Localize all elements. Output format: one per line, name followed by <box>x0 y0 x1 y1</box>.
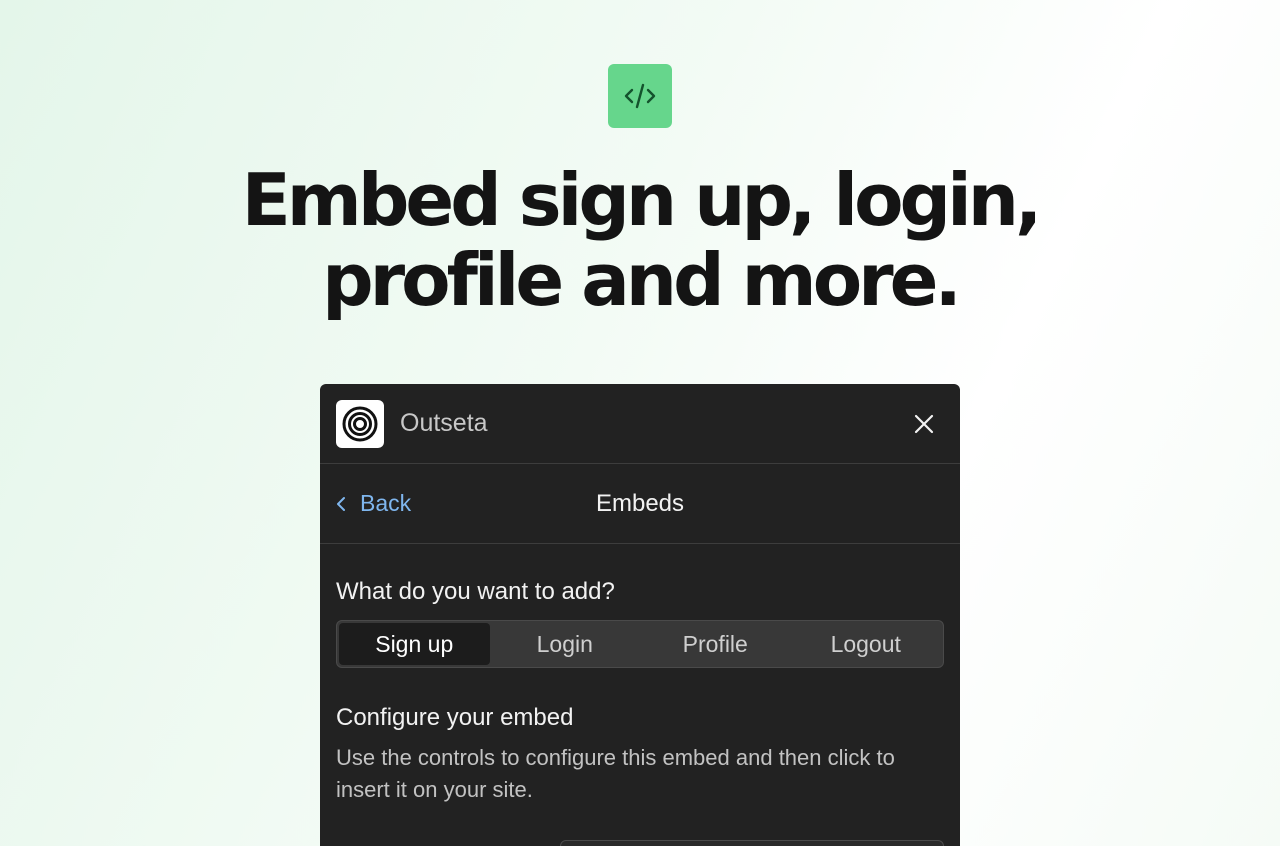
option-logout[interactable]: Logout <box>791 623 942 665</box>
embed-type-question: What do you want to add? <box>336 578 615 605</box>
embed-type-selector: Sign up Login Profile Logout <box>336 620 944 668</box>
close-icon <box>914 414 934 433</box>
embed-options-section: What do you want to add? Sign up Login P… <box>320 578 960 806</box>
option-sign-up[interactable]: Sign up <box>339 623 490 665</box>
chevron-left-icon <box>337 496 345 511</box>
app-name: Outseta <box>400 409 488 437</box>
page-title-line-1: Embed sign up, login, <box>241 158 1043 242</box>
panel-header: Outseta <box>320 384 960 464</box>
embed-panel: Outseta Back Embeds What do you want to … <box>320 384 960 846</box>
option-login[interactable]: Login <box>490 623 641 665</box>
nav-title: Embeds <box>595 489 685 517</box>
back-button[interactable]: Back <box>336 490 411 517</box>
option-profile[interactable]: Profile <box>640 623 791 665</box>
page-title: Embed sign up, login, profile and more. <box>0 160 1280 320</box>
back-label: Back <box>360 490 412 516</box>
configure-title: Configure your embed <box>336 704 574 731</box>
outseta-logo-icon <box>336 399 384 448</box>
code-icon <box>608 64 672 128</box>
nav-bar: Back Embeds <box>320 464 960 544</box>
page-title-line-2: profile and more. <box>322 238 962 322</box>
configure-description: Use the controls to configure this embed… <box>336 745 895 802</box>
close-button[interactable] <box>904 404 944 444</box>
config-field[interactable] <box>560 840 944 846</box>
